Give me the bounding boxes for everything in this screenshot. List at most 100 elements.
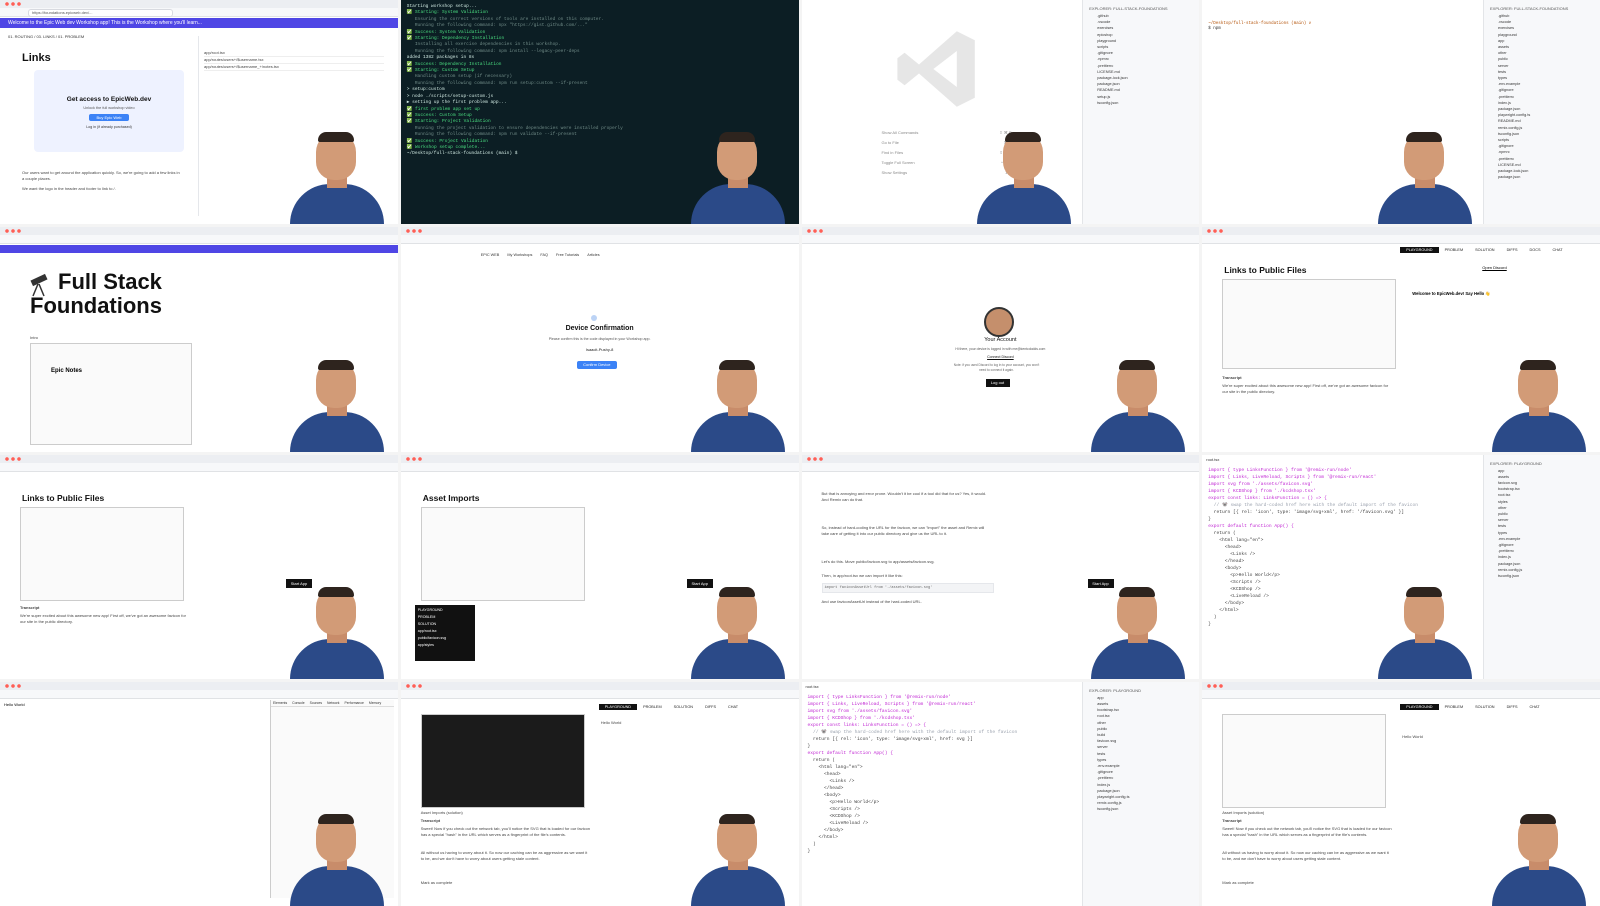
tab-problem[interactable]: PROBLEM — [1439, 247, 1470, 253]
tab-solution[interactable]: SOLUTION — [1469, 247, 1500, 253]
tab-solution[interactable]: SOLUTION — [668, 704, 699, 710]
explorer-title: EXPLORER: PLAYGROUND — [1089, 687, 1141, 693]
nav-item[interactable]: EPIC WEB — [481, 253, 500, 257]
explorer-tree: app assets favicon.svg bootstrap.tsx root.ts… — [1484, 468, 1600, 580]
tile-links-public-files[interactable]: Links to Public Files Transcript We're s… — [0, 454, 398, 679]
tab-chat[interactable]: CHAT — [722, 704, 744, 710]
tile-asset-imports-solution[interactable]: PLAYGROUND PROBLEM SOLUTION DIFFS CHAT Asset… — [1202, 681, 1600, 906]
browser-toolbar — [400, 689, 799, 699]
tab-playground[interactable]: PLAYGROUND — [598, 703, 638, 710]
tile-terminal-setup[interactable]: Starting workshop setup... ✅ Starting: Sy… — [400, 0, 799, 225]
exercise-preview — [1222, 279, 1397, 370]
transcript-label[interactable]: Transcript — [20, 605, 39, 611]
editor-tab[interactable]: root.tsx — [1206, 457, 1219, 462]
tile-devtools-network[interactable]: Hello World Elements Console Sources Networ… — [0, 681, 398, 906]
login-link[interactable]: Log in (if already purchased) — [34, 125, 184, 129]
menu-item[interactable]: app/root.tsx — [418, 628, 472, 635]
tab-docs[interactable]: DOCS — [1524, 247, 1547, 253]
lesson-body: We're super excited about this awesome n… — [1222, 383, 1389, 395]
tile-asset-imports-readme[interactable]: But that is annoying and error prone. Wo… — [801, 454, 1200, 679]
explorer-item[interactable]: tsconfig.json — [1083, 806, 1199, 812]
transcript-label[interactable]: Transcript — [1222, 818, 1241, 824]
shortcut-label: Go to File — [881, 140, 899, 145]
code-line: import { Links, LiveReload, Scripts } fr… — [807, 701, 976, 707]
confirm-device-button[interactable]: Confirm Device — [576, 361, 617, 370]
tile-vscode-welcome[interactable]: Show All Commands⇧ ⌘ PGo to File⌘ PFind … — [801, 0, 1200, 225]
file-link[interactable]: app/routes/users+/$username.tsx — [204, 57, 384, 64]
tile-links-public-files-chat[interactable]: PLAYGROUND PROBLEM SOLUTION DIFFS DOCS CHAT L… — [1202, 227, 1600, 452]
video-thumbnail-grid: https://foundations.epicweb.dev/... Welc… — [0, 0, 1600, 906]
menu-item[interactable]: PLAYGROUND — [418, 607, 472, 614]
devtools-tab[interactable]: Console — [292, 701, 304, 705]
devtools-tab[interactable]: Sources — [310, 701, 322, 705]
tile-device-confirmation[interactable]: EPIC WEB My Workshops FAQ Free Tutorials Art… — [400, 227, 799, 452]
tab-problem[interactable]: PROBLEM — [1439, 704, 1470, 710]
file-explorer: EXPLORER: PLAYGROUND app assets favicon.sv… — [1483, 454, 1600, 679]
transcript-label[interactable]: Transcript — [1222, 375, 1241, 381]
breadcrumb[interactable]: 01. ROUTING / 03. LINKS / 01. PROBLEM — [8, 34, 84, 39]
tab-problem[interactable]: PROBLEM — [637, 704, 668, 710]
lesson-body: Sweet! Now if you check out the network … — [1222, 825, 1392, 837]
nav-item[interactable]: FAQ — [540, 253, 548, 257]
menu-item[interactable]: public/favicon.svg — [418, 635, 472, 642]
tile-links-problem[interactable]: https://foundations.epicweb.dev/... Welc… — [0, 0, 398, 225]
tab-solution[interactable]: SOLUTION — [1469, 704, 1500, 710]
pane-divider[interactable] — [198, 36, 199, 217]
explorer-item[interactable]: tsconfig.json — [1484, 573, 1600, 579]
menu-item[interactable]: app/styles — [418, 642, 472, 649]
devtools-tab[interactable]: Memory — [369, 701, 381, 705]
file-link[interactable]: app/root.tsx — [204, 50, 384, 57]
explorer-tree: .github .vscode exercises epicshop playgroun… — [1083, 13, 1199, 106]
presenter-webcam — [1083, 586, 1193, 679]
tab-playground[interactable]: PLAYGROUND — [1400, 247, 1439, 254]
address-bar[interactable]: https://foundations.epicweb.dev/... — [28, 9, 173, 17]
explorer-item[interactable]: tsconfig.json — [1083, 100, 1199, 106]
buy-button[interactable]: Buy Epic Web — [89, 114, 129, 121]
tab-chat[interactable]: CHAT — [1547, 247, 1569, 253]
presenter-webcam — [683, 586, 793, 679]
vscode-logo-icon — [896, 31, 975, 107]
tab-diffs[interactable]: DIFFS — [699, 704, 722, 710]
devtools-tab[interactable]: Performance — [344, 701, 363, 705]
code-line: } — [807, 743, 811, 749]
device-code: Isaacit-Pushy-8 — [585, 347, 614, 353]
code-line: <Scripts /> — [807, 806, 860, 812]
terminal-command[interactable]: $ npm — [1208, 27, 1221, 31]
code-line: export const links: LinksFunction = () =… — [807, 722, 927, 728]
open-discord-link[interactable]: Open Discord — [1482, 265, 1506, 270]
mark-complete[interactable]: Mark as complete — [1222, 880, 1254, 886]
nav-item[interactable]: My Workshops — [507, 253, 532, 257]
explorer-item[interactable]: package.json — [1484, 174, 1600, 180]
tile-vscode-terminal[interactable]: ~/Desktop/full-stack-foundations (main) … — [1202, 0, 1600, 225]
editor-tab[interactable]: root.tsx — [806, 684, 819, 689]
tile-code-root-problem[interactable]: root.tsx import { type LinksFunction } f… — [1202, 454, 1600, 679]
tab-playground[interactable]: PLAYGROUND — [1400, 703, 1439, 710]
tab-chat[interactable]: CHAT — [1524, 704, 1546, 710]
tab-diffs[interactable]: DIFFS — [1501, 704, 1524, 710]
browser-toolbar — [400, 235, 799, 245]
tab-diffs[interactable]: DIFFS — [1501, 247, 1524, 253]
nav-item[interactable]: Articles — [587, 253, 599, 257]
explorer-tree: .github .vscode exercises playground app asse… — [1484, 13, 1600, 180]
devtools-tab[interactable]: Network — [327, 701, 339, 705]
explorer-title: EXPLORER: PLAYGROUND — [1490, 460, 1542, 466]
tile-your-account[interactable]: Your Account Hi there, your device is lo… — [801, 227, 1200, 452]
mark-complete[interactable]: Mark as complete — [421, 880, 453, 886]
nav-item[interactable]: Free Tutorials — [556, 253, 579, 257]
explorer-tree: app assets bootstrap.tsx root.tsx other publi… — [1083, 695, 1199, 813]
menu-item[interactable]: PROBLEM — [418, 614, 472, 621]
transcript-label[interactable]: Transcript — [421, 818, 440, 824]
tile-asset-imports[interactable]: Asset Imports PLAYGROUND PROBLEM SOLUTION a… — [400, 454, 799, 679]
code-block: import faviconAssetUrl from './assets/fa… — [821, 582, 994, 593]
section-label: Intro — [30, 335, 39, 341]
page-title: Links — [22, 52, 51, 64]
menu-item[interactable]: SOLUTION — [418, 621, 472, 628]
file-link[interactable]: app/routes/users+/$username_+/notes.tsx — [204, 64, 384, 71]
solution-video-player[interactable] — [420, 713, 585, 808]
tile-intro-title[interactable]: Full Stack Foundations Intro Epic Notes — [0, 227, 398, 452]
tile-asset-imports-solution-video[interactable]: PLAYGROUND PROBLEM SOLUTION DIFFS CHAT Asset… — [400, 681, 799, 906]
logout-button[interactable]: Log out — [985, 379, 1010, 388]
tile-code-root-solution[interactable]: root.tsx import { type LinksFunction } f… — [801, 681, 1200, 906]
code-editor[interactable]: import { type LinksFunction } from '@rem… — [808, 694, 1018, 855]
devtools-tab[interactable]: Elements — [273, 701, 287, 705]
